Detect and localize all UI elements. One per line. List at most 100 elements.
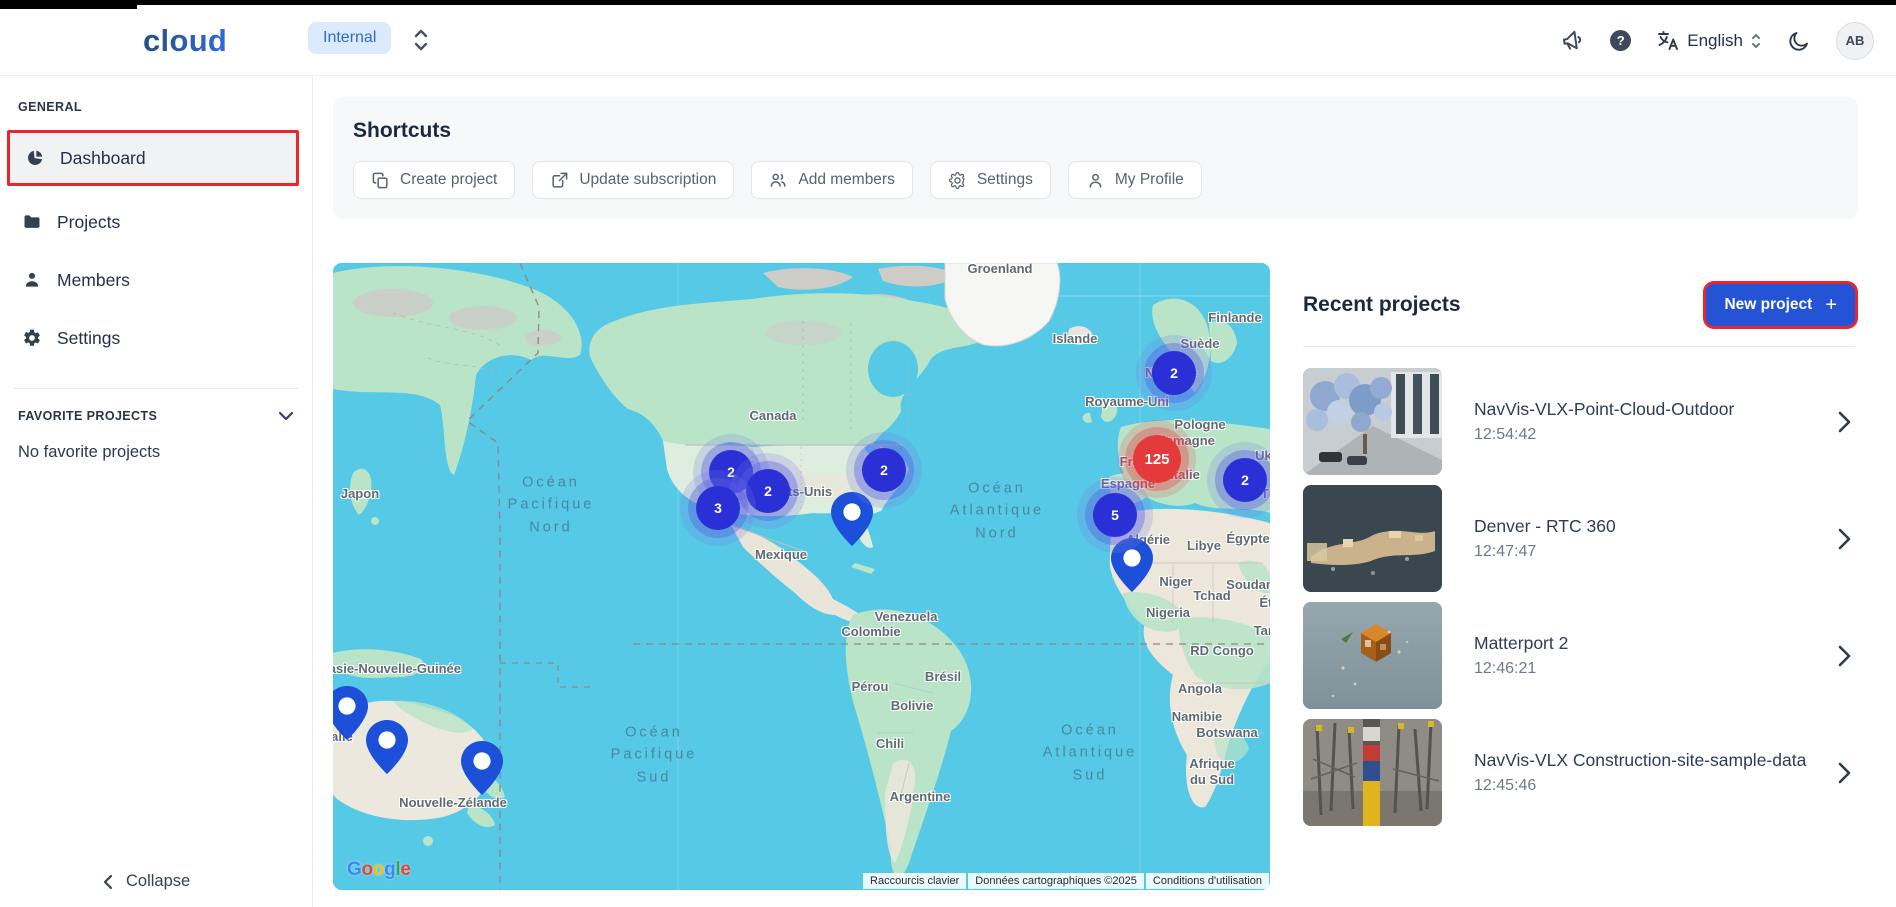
google-logo-letter: G — [347, 859, 361, 880]
dark-mode-icon[interactable] — [1787, 29, 1811, 53]
button-label: Update subscription — [579, 171, 716, 189]
recent-projects-panel: Recent projects New project + — [1303, 263, 1855, 826]
collapse-button[interactable]: Collapse — [103, 872, 190, 891]
map-ocean-label: Océan Atlantique Sud — [1043, 719, 1138, 786]
help-glyph: ? — [1617, 33, 1625, 48]
copy-icon — [371, 171, 390, 190]
map-country-label: Pérou — [852, 679, 889, 695]
window-top-tab — [0, 0, 137, 9]
app-header: cloud Internal ? English — [0, 5, 1896, 76]
map-country-label: Namibie — [1172, 709, 1223, 725]
project-row[interactable]: Matterport 2 12:46:21 — [1303, 602, 1855, 709]
map-country-label: Papouasie-Nouvelle-Guinée — [333, 661, 461, 677]
project-row[interactable]: NavVis-VLX Construction-site-sample-data… — [1303, 719, 1855, 826]
map-country-label: Venezuela — [875, 609, 938, 625]
sidebar-item-members[interactable]: Members — [0, 258, 312, 302]
favorites-empty-text: No favorite projects — [18, 443, 312, 462]
sidebar-section-favorites: FAVORITE PROJECTS — [18, 409, 157, 423]
map-cluster[interactable]: 3 — [696, 486, 740, 530]
map-cluster[interactable]: 2 — [746, 469, 790, 513]
map-country-label: Groenland — [967, 263, 1032, 277]
map-country-label: Éthiopie — [1259, 595, 1270, 611]
map-country-label: Niger — [1159, 574, 1192, 590]
gear-icon — [948, 171, 967, 190]
project-name: Denver - RTC 360 — [1474, 516, 1838, 537]
map-country-label: Canada — [750, 408, 797, 424]
google-logo-letter: g — [384, 859, 395, 880]
map-country-label: Mexique — [755, 547, 807, 563]
map-cluster[interactable]: 125 — [1133, 435, 1181, 483]
google-logo[interactable]: Google — [347, 859, 411, 881]
workspace-badge[interactable]: Internal — [308, 22, 391, 54]
avatar-initials: AB — [1846, 33, 1865, 48]
map-country-label: Suède — [1180, 336, 1219, 352]
avatar[interactable]: AB — [1836, 22, 1874, 60]
my-profile-button[interactable]: My Profile — [1068, 161, 1202, 199]
help-icon[interactable]: ? — [1610, 30, 1631, 51]
map-cluster[interactable]: 2 — [1152, 351, 1196, 395]
recent-projects-title: Recent projects — [1303, 293, 1461, 317]
sidebar-item-projects[interactable]: Projects — [0, 200, 312, 244]
project-thumbnail — [1303, 368, 1442, 475]
map-pin-icon[interactable] — [461, 741, 503, 795]
map-cluster[interactable]: 2 — [1223, 458, 1267, 502]
chevron-right-icon[interactable] — [1838, 645, 1851, 667]
add-members-button[interactable]: Add members — [751, 161, 912, 199]
map-cluster[interactable]: 2 — [862, 448, 906, 492]
collapse-label: Collapse — [126, 872, 190, 891]
map-country-label: Chili — [876, 736, 904, 752]
cloud-logo[interactable]: cloud — [143, 23, 227, 59]
map-country-label: Afrique du Sud — [1189, 756, 1235, 789]
new-project-button[interactable]: New project + — [1706, 284, 1855, 326]
shortcuts-card: Shortcuts Create project Update subscrip… — [333, 97, 1858, 219]
map-country-label: Libye — [1187, 538, 1221, 554]
chevron-right-icon[interactable] — [1838, 411, 1851, 433]
project-time: 12:46:21 — [1474, 660, 1838, 678]
map-data-label[interactable]: Données cartographiques ©2025 — [968, 873, 1144, 889]
map-country-label: Soudan — [1226, 577, 1270, 593]
map-pin-icon[interactable] — [366, 720, 408, 774]
settings-button[interactable]: Settings — [930, 161, 1051, 199]
chevron-down-icon[interactable] — [278, 411, 294, 421]
project-row[interactable]: NavVis-VLX-Point-Cloud-Outdoor 12:54:42 — [1303, 368, 1855, 475]
plus-icon: + — [1825, 294, 1837, 317]
update-subscription-button[interactable]: Update subscription — [532, 161, 734, 199]
world-map[interactable]: GroenlandIslandeFinlandeSuèdeNorvègeRoya… — [333, 263, 1270, 890]
folder-icon — [22, 212, 42, 232]
sidebar-divider — [14, 388, 298, 389]
sidebar-item-dashboard[interactable]: Dashboard — [7, 130, 299, 186]
sidebar: GENERAL Dashboard Projects Members Setti… — [0, 76, 313, 907]
chevron-right-icon[interactable] — [1838, 762, 1851, 784]
map-country-label: RD Congo — [1190, 643, 1254, 659]
map-pin-icon[interactable] — [1111, 538, 1153, 592]
project-row[interactable]: Denver - RTC 360 12:47:47 — [1303, 485, 1855, 592]
chevron-right-icon[interactable] — [1838, 528, 1851, 550]
project-name: NavVis-VLX Construction-site-sample-data — [1474, 750, 1838, 771]
create-project-button[interactable]: Create project — [353, 161, 515, 199]
project-thumbnail — [1303, 719, 1442, 826]
new-project-label: New project — [1724, 296, 1812, 314]
external-link-icon — [550, 171, 569, 190]
sidebar-item-label: Members — [57, 270, 130, 291]
map-country-label: Colombie — [841, 624, 900, 640]
button-label: Create project — [400, 171, 497, 189]
button-label: Settings — [977, 171, 1033, 189]
map-ocean-label: Océan Pacifique Sud — [611, 721, 698, 788]
map-pin-icon[interactable] — [333, 686, 368, 740]
keyboard-shortcuts-link[interactable]: Raccourcis clavier — [863, 873, 966, 889]
map-country-label: Bolivie — [891, 698, 934, 714]
workspace-switcher-icon[interactable] — [412, 27, 430, 58]
map-pin-icon[interactable] — [831, 492, 873, 546]
sidebar-item-label: Settings — [57, 328, 120, 349]
announcements-icon[interactable] — [1560, 28, 1585, 53]
map-country-label: Nouvelle-Zélande — [399, 795, 507, 811]
terms-link[interactable]: Conditions d'utilisation — [1146, 873, 1269, 889]
button-label: Add members — [798, 171, 894, 189]
sidebar-item-settings[interactable]: Settings — [0, 316, 312, 360]
sidebar-item-label: Dashboard — [60, 148, 146, 169]
language-selector[interactable]: English — [1656, 29, 1762, 53]
map-country-label: Pologne — [1174, 417, 1225, 433]
map-overlay: GroenlandIslandeFinlandeSuèdeNorvègeRoya… — [333, 263, 1270, 890]
map-cluster[interactable]: 5 — [1093, 493, 1137, 537]
map-country-label: Islande — [1053, 331, 1098, 347]
